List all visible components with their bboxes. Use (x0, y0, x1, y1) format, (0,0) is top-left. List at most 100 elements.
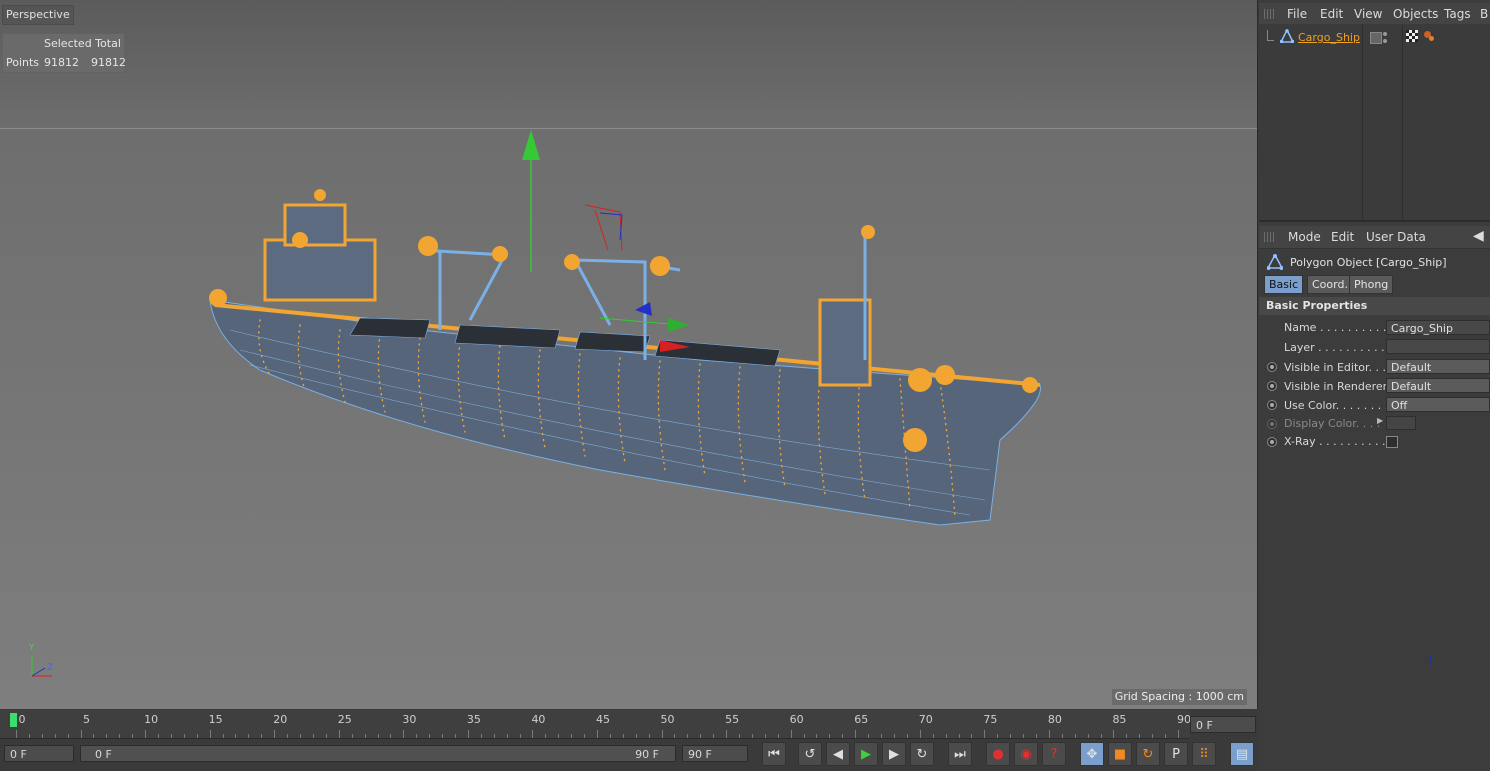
visible-renderer-label: Visible in Renderer (1284, 380, 1388, 393)
menu-file[interactable]: File (1287, 7, 1307, 21)
polygon-object-icon (1280, 29, 1294, 43)
timeline-tick (751, 734, 753, 738)
grip-icon[interactable] (1264, 9, 1276, 19)
param-key-icon[interactable]: P (1164, 742, 1188, 766)
timeline-tick-label: 55 (725, 713, 740, 726)
timeline-tick (919, 730, 921, 738)
tab-basic[interactable]: Basic (1264, 275, 1304, 294)
previous-frame-icon[interactable]: ◀ (826, 742, 850, 766)
go-to-end-icon[interactable]: ⏭ (948, 742, 972, 766)
timeline-tick (1061, 734, 1063, 738)
animate-radio-icon[interactable] (1267, 400, 1277, 410)
visibility-render-dot-icon[interactable] (1383, 39, 1387, 43)
viewport-label[interactable]: Perspective (2, 5, 74, 25)
move-key-icon[interactable]: ✥ (1080, 742, 1104, 766)
timeline-tick (390, 734, 392, 738)
use-color-dropdown[interactable]: Off (1386, 397, 1490, 412)
timeline-ruler[interactable]: 0 5 10 15 20 25 30 35 40 45 50 55 60 65 70 75 80 85 90 (0, 710, 1191, 739)
menu-view[interactable]: View (1354, 7, 1382, 21)
tab-coord[interactable]: Coord. (1307, 275, 1353, 294)
timeline-tick (28, 734, 30, 738)
menu-objects[interactable]: Objects (1393, 7, 1438, 21)
autokey-icon[interactable]: ◉ (1014, 742, 1038, 766)
attributes-menubar: Mode Edit User Data ◀ (1259, 226, 1490, 249)
timeline-tick-label: 85 (1112, 713, 1127, 726)
timeline-tick (661, 730, 663, 738)
timeline-tick (196, 734, 198, 738)
scale-key-icon[interactable]: ■ (1108, 742, 1132, 766)
3d-viewport[interactable]: Perspective Selected Total Points 91812 … (0, 0, 1258, 709)
next-key-icon[interactable]: ↻ (910, 742, 934, 766)
menu-user-data[interactable]: User Data (1366, 230, 1426, 244)
name-field[interactable]: Cargo_Ship (1386, 320, 1490, 335)
timeline-tick (945, 734, 947, 738)
timeline-tick (1010, 734, 1012, 738)
expand-arrow-icon[interactable]: ▶ (1377, 416, 1383, 425)
previous-key-icon[interactable]: ↺ (798, 742, 822, 766)
visibility-editor-dot-icon[interactable] (1383, 32, 1387, 36)
timeline-tick (868, 734, 870, 738)
timeline-tick (364, 734, 366, 738)
timeline-tick (803, 734, 805, 738)
play-icon[interactable]: ▶ (854, 742, 878, 766)
end-frame-field[interactable]: 90 F (682, 745, 748, 762)
timeline-tick (145, 730, 147, 738)
timeline-tick (726, 730, 728, 738)
rotate-key-icon[interactable]: ↻ (1136, 742, 1160, 766)
animate-radio-icon[interactable] (1267, 362, 1277, 372)
object-name-cargo-ship[interactable]: Cargo_Ship (1298, 31, 1360, 44)
tab-phong[interactable]: Phong (1349, 275, 1394, 294)
playhead[interactable] (10, 713, 17, 727)
animate-radio-icon[interactable] (1267, 381, 1277, 391)
stats-header: Selected Total (44, 37, 121, 50)
layer-toggle-icon[interactable] (1370, 32, 1382, 44)
visible-renderer-dropdown[interactable]: Default (1386, 378, 1490, 393)
next-frame-icon[interactable]: ▶ (882, 742, 906, 766)
grip-icon[interactable] (1264, 232, 1276, 242)
record-icon[interactable]: ● (986, 742, 1010, 766)
timeline-tick (416, 734, 418, 738)
timeline-tick (829, 734, 831, 738)
section-basic-properties[interactable]: Basic Properties (1259, 297, 1490, 315)
film-strip-icon[interactable]: ▤ (1230, 742, 1254, 766)
column-divider[interactable] (1402, 24, 1403, 220)
cursor-mark-icon: ١ (1427, 653, 1435, 669)
timeline-tick-label: 50 (660, 713, 675, 726)
object-list[interactable]: Cargo_Ship (1259, 24, 1490, 222)
timeline-tick-label: 90 (1177, 713, 1191, 726)
timeline-tick (739, 734, 741, 738)
ship-model[interactable] (0, 0, 1257, 709)
timeline-tick (80, 730, 82, 738)
timeline[interactable]: 0 5 10 15 20 25 30 35 40 45 50 55 60 65 70 75 80 85 90 0 F… (0, 710, 1257, 771)
attribute-title: Polygon Object [Cargo_Ship] (1290, 256, 1447, 269)
back-arrow-icon[interactable]: ◀ (1473, 228, 1484, 244)
timeline-tick (183, 734, 185, 738)
menu-bookmarks[interactable]: B (1480, 7, 1488, 21)
visible-editor-dropdown[interactable]: Default (1386, 359, 1490, 374)
layer-field[interactable] (1386, 339, 1490, 354)
keyframe-selection-icon[interactable]: ? (1042, 742, 1066, 766)
current-frame-field[interactable]: 0 F (1190, 716, 1256, 733)
go-to-start-icon[interactable]: ⏮ (762, 742, 786, 766)
objects-menubar: File Edit View Objects Tags B (1259, 3, 1490, 26)
axis-y-label: Y (29, 643, 35, 653)
horizon-line (0, 128, 1257, 129)
xray-checkbox[interactable] (1386, 436, 1398, 448)
menu-attr-edit[interactable]: Edit (1331, 230, 1354, 244)
name-label: Name . . . . . . . . . . . (1284, 321, 1394, 334)
animate-radio-icon[interactable] (1267, 437, 1277, 447)
timeline-tick (287, 734, 289, 738)
texture-tag-icon[interactable] (1406, 30, 1418, 42)
menu-mode[interactable]: Mode (1288, 230, 1321, 244)
timeline-tick (93, 734, 95, 738)
timeline-tick (1139, 734, 1141, 738)
timeline-tick-label: 20 (273, 713, 288, 726)
start-frame-field[interactable]: 0 F (4, 745, 74, 762)
timeline-tick-label: 70 (918, 713, 933, 726)
menu-tags[interactable]: Tags (1444, 7, 1471, 21)
column-divider[interactable] (1362, 24, 1363, 220)
range-slider[interactable]: 0 F 90 F (80, 745, 676, 762)
point-level-icon[interactable]: ⠿ (1192, 742, 1216, 766)
timeline-tick (584, 734, 586, 738)
menu-edit[interactable]: Edit (1320, 7, 1343, 21)
